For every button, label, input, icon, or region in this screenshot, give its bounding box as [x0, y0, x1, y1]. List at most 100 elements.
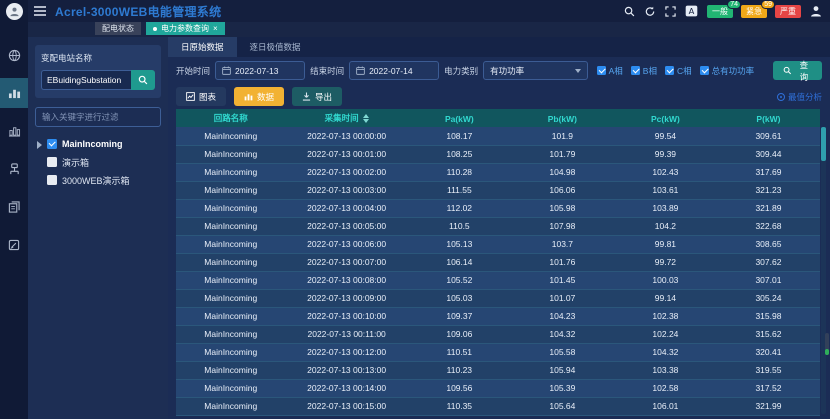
export-button[interactable]: 导出 — [292, 87, 342, 106]
tree-item[interactable]: MainIncoming — [35, 135, 161, 153]
phase-checkbox[interactable]: A相 — [597, 65, 623, 77]
cell-pa: 109.06 — [408, 325, 511, 343]
data-view-button[interactable]: 数据 — [234, 87, 284, 106]
rail-item-documents[interactable] — [0, 192, 28, 222]
table-row[interactable]: MainIncoming 2022-07-13 00:07:00 106.14 … — [176, 253, 820, 271]
table-row[interactable]: MainIncoming 2022-07-13 00:08:00 105.52 … — [176, 271, 820, 289]
cell-p: 315.62 — [717, 325, 820, 343]
open-tabs-bar: 配电状态 电力参数查询 — [28, 22, 830, 37]
fullscreen-icon[interactable] — [665, 6, 676, 17]
target-circle-icon — [777, 93, 785, 101]
rail-item-energy-report[interactable] — [0, 116, 28, 146]
table-row[interactable]: MainIncoming 2022-07-13 00:15:00 110.35 … — [176, 397, 820, 415]
checkbox — [700, 66, 709, 75]
search-icon[interactable] — [624, 6, 635, 17]
table-row[interactable]: MainIncoming 2022-07-13 00:12:00 110.51 … — [176, 343, 820, 361]
table-row[interactable]: MainIncoming 2022-07-13 00:03:00 111.55 … — [176, 181, 820, 199]
table-scrollbar-thumb[interactable] — [821, 127, 826, 161]
query-button[interactable]: 查询 — [773, 61, 822, 80]
checkbox[interactable] — [47, 175, 57, 185]
active-dot-icon — [153, 27, 157, 31]
user-icon[interactable] — [810, 5, 822, 17]
cell-pb: 101.76 — [511, 253, 614, 271]
column-header[interactable]: Pb(kW) — [511, 109, 614, 127]
checkbox[interactable] — [47, 139, 57, 149]
phase-checkbox[interactable]: 总有功功率 — [700, 65, 755, 77]
cell-collect-time: 2022-07-13 00:05:00 — [285, 217, 407, 235]
data-tab[interactable]: 逐日极值数据 — [237, 37, 314, 57]
table-row[interactable]: MainIncoming 2022-07-13 00:06:00 105.13 … — [176, 235, 820, 253]
start-time-label: 开始时间 — [176, 65, 210, 77]
page-scrollbar-thumb[interactable] — [825, 333, 829, 355]
table-row[interactable]: MainIncoming 2022-07-13 00:14:00 109.56 … — [176, 379, 820, 397]
tree-item[interactable]: 演示箱 — [35, 153, 161, 171]
cell-p: 317.69 — [717, 163, 820, 181]
table-row[interactable]: MainIncoming 2022-07-13 00:04:00 112.02 … — [176, 199, 820, 217]
nav-tab[interactable]: 电力参数查询 — [146, 22, 225, 35]
column-header[interactable]: 采集时间 — [285, 109, 407, 127]
tree-item[interactable]: 3000WEB演示箱 — [35, 171, 161, 189]
category-value: 有功功率 — [490, 65, 524, 77]
table-row[interactable]: MainIncoming 2022-07-13 00:05:00 110.5 1… — [176, 217, 820, 235]
cell-pb: 105.64 — [511, 397, 614, 415]
sidebar: 变配电站名称 MainIncoming — [28, 37, 168, 419]
checkbox[interactable] — [47, 157, 57, 167]
table-row[interactable]: MainIncoming 2022-07-13 00:13:00 110.23 … — [176, 361, 820, 379]
cell-p: 317.52 — [717, 379, 820, 397]
phase-checkbox-label: C相 — [677, 65, 692, 77]
table-row[interactable]: MainIncoming 2022-07-13 00:10:00 109.37 … — [176, 307, 820, 325]
extreme-analysis-label: 最值分析 — [788, 91, 822, 103]
cell-p: 322.68 — [717, 217, 820, 235]
cell-pa: 110.5 — [408, 217, 511, 235]
document-icon — [8, 201, 20, 213]
cell-pc: 102.24 — [614, 325, 717, 343]
phase-checkbox[interactable]: B相 — [631, 65, 657, 77]
sort-icon[interactable] — [363, 113, 369, 124]
table-row[interactable]: MainIncoming 2022-07-13 00:11:00 109.06 … — [176, 325, 820, 343]
alarm-chip[interactable]: 严重 — [775, 5, 801, 18]
end-date-input[interactable]: 2022-07-14 — [349, 61, 439, 80]
rail-item-edit[interactable] — [0, 230, 28, 260]
column-header[interactable]: Pa(kW) — [408, 109, 511, 127]
caret-icon[interactable] — [36, 140, 42, 148]
menu-toggle-icon[interactable] — [34, 6, 46, 16]
rail-item-devices[interactable] — [0, 154, 28, 184]
alarm-chip-label: 紧急 — [746, 6, 762, 17]
station-input[interactable] — [41, 70, 131, 90]
data-tab[interactable]: 日原始数据 — [168, 37, 237, 57]
table-row[interactable]: MainIncoming 2022-07-13 00:00:00 108.17 … — [176, 127, 820, 145]
phase-checkbox[interactable]: C相 — [665, 65, 692, 77]
toolbar-row: 图表 数据 导出 最值分析 — [168, 84, 830, 109]
rail-item-power-parameters[interactable] — [0, 78, 28, 108]
cell-circuit-name: MainIncoming — [176, 127, 285, 145]
tree-filter-input[interactable] — [35, 107, 161, 127]
avatar[interactable] — [6, 3, 23, 20]
table-row[interactable]: MainIncoming 2022-07-13 00:02:00 110.28 … — [176, 163, 820, 181]
station-search-button[interactable] — [131, 70, 155, 90]
cell-pc: 104.2 — [614, 217, 717, 235]
cell-circuit-name: MainIncoming — [176, 379, 285, 397]
chart-view-button[interactable]: 图表 — [176, 87, 226, 106]
alarm-chip[interactable]: 紧急 59 — [741, 5, 767, 18]
rail-item-overview[interactable] — [0, 40, 28, 70]
cell-pa: 105.52 — [408, 271, 511, 289]
extreme-analysis-link[interactable]: 最值分析 — [777, 91, 822, 103]
column-header[interactable]: 回路名称 — [176, 109, 285, 127]
column-header[interactable]: Pc(kW) — [614, 109, 717, 127]
table-row[interactable]: MainIncoming 2022-07-13 00:01:00 108.25 … — [176, 145, 820, 163]
table-row[interactable]: MainIncoming 2022-07-13 00:09:00 105.03 … — [176, 289, 820, 307]
close-icon[interactable] — [213, 25, 218, 33]
chart-button-label: 图表 — [199, 91, 216, 103]
cell-collect-time: 2022-07-13 00:10:00 — [285, 307, 407, 325]
category-select[interactable]: 有功功率 — [483, 61, 587, 80]
nav-tab[interactable]: 配电状态 — [95, 22, 141, 35]
column-header[interactable]: P(kW) — [717, 109, 820, 127]
translate-icon[interactable]: A — [685, 5, 698, 17]
cell-pc: 102.43 — [614, 163, 717, 181]
start-date-input[interactable]: 2022-07-13 — [215, 61, 305, 80]
refresh-icon[interactable] — [644, 6, 656, 17]
alarm-chip[interactable]: 一般 74 — [707, 5, 733, 18]
cell-circuit-name: MainIncoming — [176, 217, 285, 235]
alarm-chip-group: 一般 74 紧急 59 严重 — [707, 5, 801, 18]
table-scrollbar[interactable] — [821, 127, 826, 414]
